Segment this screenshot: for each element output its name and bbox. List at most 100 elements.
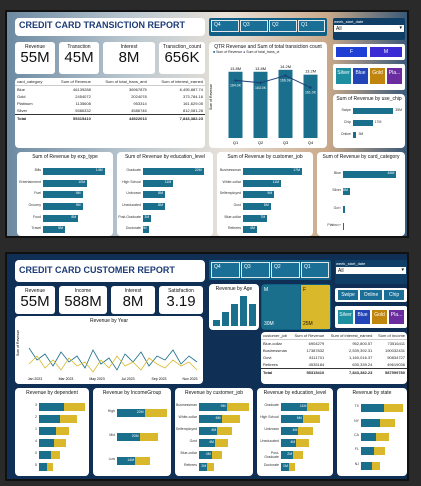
kpi-revenue: Revenue 55M [15, 42, 55, 74]
education-plot: Graduate 22M High School 11M Unknown 8M Uneduc… [117, 162, 213, 236]
series-point [309, 86, 312, 89]
qtr-chart-plot: Sum of Revenue 13.8M Q1 13.8M Q2 14.2M Q3 13.2M… [209, 64, 318, 145]
table-cell: 161,629.05 [182, 101, 203, 106]
table-cell: Govt [263, 355, 272, 360]
data-label: 13.2M [305, 69, 316, 74]
gender-chip-f[interactable]: F [335, 46, 368, 58]
chart-title: Revenue by state [352, 390, 392, 396]
column-header[interactable]: card_category [15, 78, 52, 86]
bar-segment [39, 415, 60, 423]
chip-online[interactable]: Online [359, 289, 383, 301]
card-chip-silver[interactable]: Silver [335, 67, 352, 85]
quarter-tile[interactable]: Q3 [241, 262, 270, 278]
bar [231, 304, 238, 326]
revenue-by-state-chart: Revenue by state TX NY CA FL NJ [337, 388, 407, 476]
data-label: 11M [299, 404, 307, 408]
card-chip-gold[interactable]: Gold [371, 309, 388, 325]
data-label: 6M [215, 416, 221, 420]
chart-title: Sum of Revenue by card_category [322, 154, 400, 160]
week-dropdown[interactable]: All ▾ [334, 25, 404, 32]
quarter-tile[interactable]: Q4 [211, 20, 239, 32]
bar-segment [302, 415, 321, 423]
column-header[interactable]: Sum of total_trans_amt [92, 78, 149, 86]
bar [343, 223, 345, 231]
data-label: 6M [343, 188, 348, 193]
customer-job-table: customer_job Sum of Revenue Sum of inter… [261, 332, 407, 384]
category-label: NY [354, 418, 359, 423]
tick-label: Jul 2023 [121, 377, 134, 381]
data-label: 22M [136, 410, 144, 414]
revenue-by-year-chart: Revenue by Year Sum of Revenue Jan 2023 Ma… [15, 316, 203, 384]
card-chip-blue[interactable]: Blue [354, 309, 371, 325]
bar-segment [226, 403, 249, 411]
category-label: Graduate [126, 167, 141, 172]
point-label: 164.0K [230, 83, 242, 87]
chip-swipe[interactable]: Swipe [337, 289, 359, 301]
quarter-tile[interactable]: Q2 [269, 20, 297, 32]
kpi-revenue: Revenue 55M [15, 286, 55, 314]
quarter-tile[interactable]: Q1 [301, 262, 329, 278]
treemap-tile-f[interactable]: F 25M [301, 285, 330, 329]
bar-segment [221, 415, 240, 423]
card-chip-gold[interactable]: Gold [369, 67, 386, 85]
category-label: 2 [35, 415, 37, 419]
revenue-by-age-chart: Revenue by Age [209, 284, 259, 330]
series-line [28, 347, 198, 371]
bar-segment [298, 427, 313, 435]
gender-chip-m[interactable]: M [369, 46, 403, 58]
card-chip-platinum[interactable]: Pla... [386, 67, 403, 85]
series-point [234, 79, 237, 82]
quarter-tile[interactable]: Q4 [211, 262, 240, 278]
column-header[interactable]: Sum of interest_earned [326, 332, 375, 340]
data-label: 6M [296, 416, 302, 420]
table-cell: 44522013 [92, 114, 149, 122]
category-label: Online [340, 132, 351, 136]
gender-treemap: M 30M F 25M [261, 284, 331, 330]
bar [353, 108, 394, 114]
category-label: Mid [109, 433, 115, 437]
data-label: 14M [127, 458, 135, 462]
table-cell: 7,843,382.23 [326, 368, 375, 376]
quarter-slicer: Q4 Q3 Q2 Q1 [209, 18, 327, 36]
report-title-panel: CREDIT CARD CUSTOMER REPORT [15, 260, 205, 282]
bar-segment [296, 439, 309, 447]
card-chip-platinum[interactable]: Pla... [388, 309, 405, 325]
kpi-value: 45M [64, 49, 94, 66]
card-chip-blue[interactable]: Blue [352, 67, 369, 85]
week-slicer: week_start_date All ▾ [335, 260, 407, 284]
tick-label: Q3 [283, 140, 289, 145]
chart-title: Sum of Revenue by customer_job [227, 154, 303, 160]
tick-label: Jan 2023 [28, 377, 42, 381]
chevron-down-icon: ▾ [399, 25, 402, 31]
kpi-interest: Interest 8M [111, 286, 155, 314]
data-label: 3M [144, 214, 150, 219]
column-header[interactable]: Sum of Income [374, 332, 407, 340]
table-total-row: Total 55315410 44522013 7,843,382.23 [15, 114, 205, 122]
revenue-by-dependent-chart: Revenue by dependent 3 2 1 4 0 5 [15, 388, 89, 476]
legend-item: Sum of Revenue [216, 50, 243, 54]
column-header[interactable]: customer_job [261, 332, 291, 340]
kpi-transaction: Transction 45M [59, 42, 99, 74]
card-category-chart: Sum of Revenue by card_category Blue 46M S… [317, 152, 405, 236]
tick-label: Q4 [308, 140, 314, 145]
week-dropdown[interactable]: All ▾ [336, 267, 406, 274]
column-header[interactable]: Sum of Revenue [290, 332, 327, 340]
bar-segment [361, 404, 385, 413]
column-header[interactable]: Sum of interest_earned [148, 78, 205, 86]
category-label: Retirees [227, 226, 241, 231]
point-label: 166.0K [280, 79, 292, 83]
data-label: 8M [158, 202, 163, 207]
quarter-tile[interactable]: Q3 [240, 20, 268, 32]
column-header[interactable]: Sum of Revenue [51, 78, 93, 86]
category-label: Govt [233, 202, 241, 207]
quarter-tile[interactable]: Q2 [271, 262, 300, 278]
bar-segment [59, 415, 77, 423]
data-label: 7M [260, 214, 266, 219]
treemap-tile-m[interactable]: M 30M [262, 285, 300, 329]
quarter-tile[interactable]: Q1 [298, 20, 325, 32]
chip-chip[interactable]: Chip [383, 289, 405, 301]
card-chip-silver[interactable]: Silver [337, 309, 354, 325]
kpi-value: 3.19 [166, 293, 196, 310]
table-row: Silver 5586332 4586746 812,081.28 [15, 107, 205, 115]
data-label: 5M [58, 226, 63, 231]
